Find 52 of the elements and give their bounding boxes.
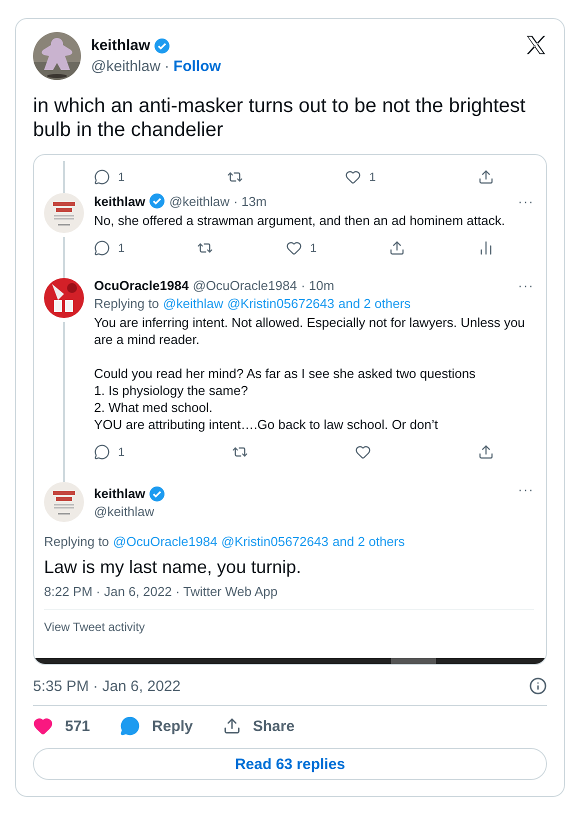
like-icon[interactable] bbox=[286, 240, 302, 256]
user-handle: @OcuOracle1984 bbox=[192, 278, 297, 293]
share-icon[interactable] bbox=[478, 444, 494, 460]
action-count: 1 bbox=[118, 445, 125, 459]
action-label[interactable]: Reply bbox=[152, 718, 193, 735]
like-icon[interactable] bbox=[345, 169, 362, 185]
share-icon[interactable] bbox=[222, 717, 241, 736]
more-menu[interactable]: ··· bbox=[518, 194, 534, 208]
more-menu[interactable]: ··· bbox=[518, 278, 534, 293]
tweet-text: in which an anti-masker turns out to be not the brightest bulb in the chandelier bbox=[33, 94, 526, 142]
reply-icon[interactable] bbox=[120, 716, 140, 736]
like-icon[interactable] bbox=[33, 716, 53, 736]
follow-link[interactable]: Follow bbox=[173, 58, 221, 75]
share-icon[interactable] bbox=[478, 169, 494, 185]
user-name[interactable]: keithlaw bbox=[94, 194, 146, 208]
action-count: 1 bbox=[369, 170, 376, 184]
separator: · bbox=[164, 58, 170, 75]
analytics-icon[interactable] bbox=[478, 240, 494, 256]
post-time: · 13m bbox=[233, 194, 267, 208]
post-text: Could you read her mind? As far as I see she asked two questions bbox=[94, 365, 477, 382]
read-replies-button[interactable]: Read 63 replies bbox=[33, 748, 547, 780]
reply-icon[interactable] bbox=[94, 169, 110, 185]
post-text: Law is my last name, you turnip. bbox=[44, 557, 302, 578]
action-count: 1 bbox=[118, 170, 125, 184]
action-count: 1 bbox=[310, 241, 317, 255]
post-text: You are inferring intent. Not allowed. Especially not for lawyers. Unless you are a mind reader. bbox=[94, 314, 526, 348]
reply-icon[interactable] bbox=[94, 240, 110, 256]
action-count: 1 bbox=[118, 241, 125, 255]
user-name[interactable]: keithlaw bbox=[94, 486, 146, 501]
more-menu[interactable]: ··· bbox=[518, 482, 534, 497]
tweet-activity-link[interactable]: View Tweet activity bbox=[44, 620, 534, 634]
replying-to-label: Replying to bbox=[44, 534, 110, 549]
reply-icon[interactable] bbox=[94, 444, 110, 460]
info-icon[interactable] bbox=[529, 677, 547, 696]
tweet-timestamp[interactable]: 5:35 PM · Jan 6, 2022 bbox=[33, 678, 181, 695]
author-handle: @keithlaw bbox=[91, 58, 160, 75]
user-handle: @keithlaw bbox=[94, 504, 156, 518]
post-meta: 8:22 PM · Jan 6, 2022 · Twitter Web App bbox=[44, 584, 279, 599]
post-text: YOU are attributing intent….Go back to law school. Or don’t bbox=[94, 416, 439, 433]
like-icon[interactable] bbox=[354, 444, 371, 460]
post-text: No, she offered a strawman argument, and then an ad hominem attack. bbox=[94, 212, 506, 229]
user-handle: @keithlaw bbox=[169, 194, 230, 208]
user-name[interactable]: OcuOracle1984 bbox=[94, 278, 189, 293]
post-text: 1. Is physiology the same? bbox=[94, 382, 249, 399]
share-icon[interactable] bbox=[389, 240, 406, 256]
post-time: · 10m bbox=[300, 278, 334, 293]
x-logo-icon[interactable] bbox=[525, 34, 547, 56]
post-text: 2. What med school. bbox=[94, 399, 214, 416]
action-label[interactable]: Share bbox=[252, 718, 295, 735]
author-name[interactable]: keithlaw bbox=[91, 37, 150, 54]
action-label[interactable]: 571 bbox=[65, 718, 90, 735]
replying-to-label: Replying to bbox=[94, 296, 160, 311]
